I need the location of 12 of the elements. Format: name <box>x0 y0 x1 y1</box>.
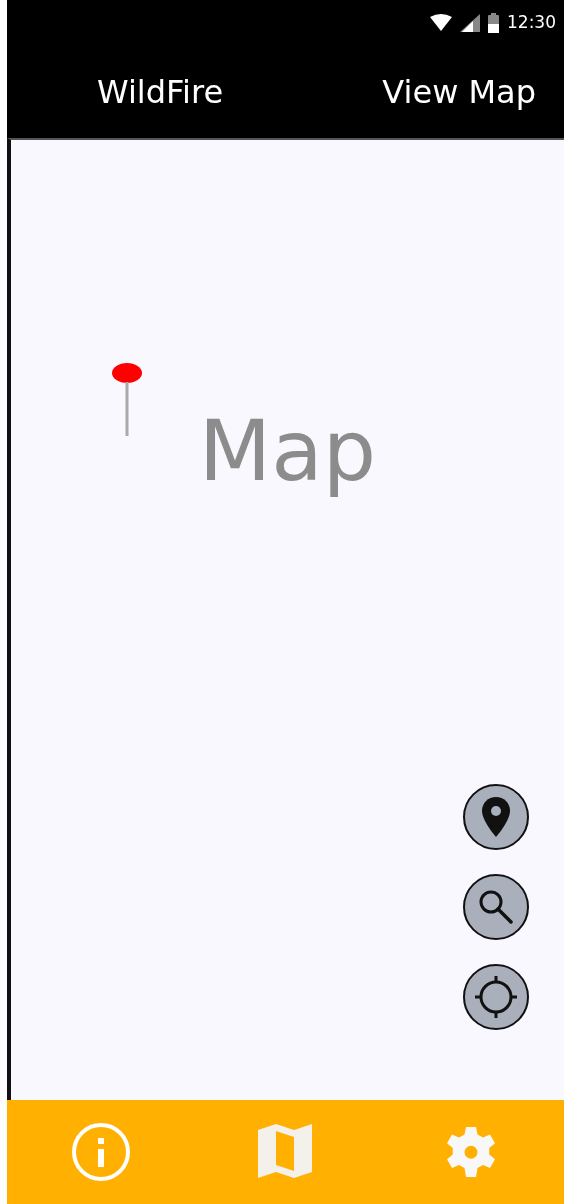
time-text: 12:30 <box>507 10 556 34</box>
wifi-icon <box>430 14 452 31</box>
search-icon <box>477 888 515 926</box>
folded-map-icon <box>257 1124 314 1180</box>
pin-icon <box>482 797 510 837</box>
crosshair-icon <box>473 974 519 1020</box>
battery-icon <box>488 12 499 33</box>
app-title: WildFire <box>97 71 224 113</box>
map-pin-icon[interactable] <box>111 362 143 437</box>
signal-icon <box>460 13 480 32</box>
view-map-link[interactable]: View Map <box>382 67 536 116</box>
info-icon <box>70 1122 131 1182</box>
